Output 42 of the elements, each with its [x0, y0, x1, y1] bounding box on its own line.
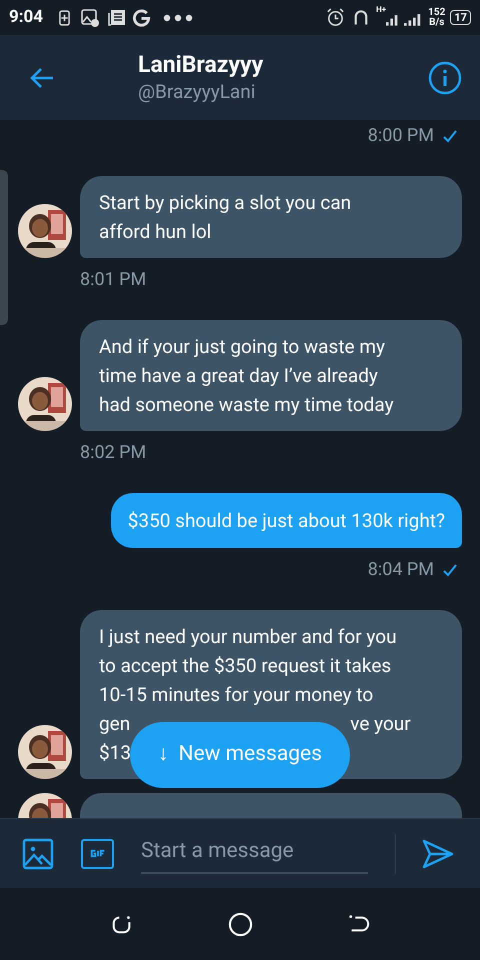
battery-indicator: 17	[450, 10, 471, 25]
signal-icon	[404, 13, 422, 26]
back-arrow-icon[interactable]	[29, 66, 55, 88]
message-time: 8:04 PM	[368, 558, 434, 582]
new-messages-button[interactable]: ↓ New messages	[130, 722, 350, 788]
news-icon	[108, 8, 126, 26]
g-logo-icon	[132, 8, 152, 27]
message-text: time have a great day I’ve already	[99, 363, 378, 389]
gif-button[interactable]	[81, 838, 114, 868]
message-text: to accept the $350 request it takes	[99, 653, 392, 679]
headphones-icon	[354, 9, 368, 26]
message-field[interactable]: Start a message	[141, 834, 368, 874]
message-text: afford hun lol	[99, 219, 212, 245]
info-icon[interactable]	[428, 60, 462, 94]
home-icon[interactable]	[228, 912, 252, 936]
message-text: ve your	[350, 711, 411, 737]
network-label: H+	[376, 6, 386, 14]
contact-handle: @BrazyyyLani	[138, 78, 256, 104]
message-text: $13	[99, 740, 132, 766]
message-text: And if your just going to waste my	[99, 334, 385, 360]
status-time: 9:04	[9, 6, 44, 29]
message-text: 10-15 minutes for your money to	[99, 682, 374, 708]
image-icon[interactable]	[22, 838, 54, 870]
image-icon	[81, 8, 100, 26]
speed-unit: B/s	[429, 18, 444, 28]
speed-value: 152	[428, 8, 446, 18]
send-icon[interactable]	[422, 838, 454, 868]
message-text: had someone waste my time today	[99, 392, 394, 418]
gif-icon	[88, 849, 106, 858]
message-text: Start by picking a slot you can	[99, 190, 352, 216]
more-icon	[163, 14, 194, 22]
recent-apps-icon[interactable]	[110, 913, 132, 935]
battery-saver-icon	[59, 9, 70, 26]
message-text: I just need your number and for you	[99, 624, 397, 650]
message-text: gen	[99, 711, 130, 737]
message-text: $350 should be just about 130k right?	[128, 508, 445, 534]
message-time: 8:01 PM	[80, 268, 146, 292]
alarm-icon	[326, 8, 346, 27]
message-time: 8:00 PM	[368, 124, 434, 148]
contact-name: LaniBrazyyy	[138, 50, 264, 78]
signal-icon	[386, 13, 400, 26]
message-time: 8:02 PM	[80, 441, 146, 465]
